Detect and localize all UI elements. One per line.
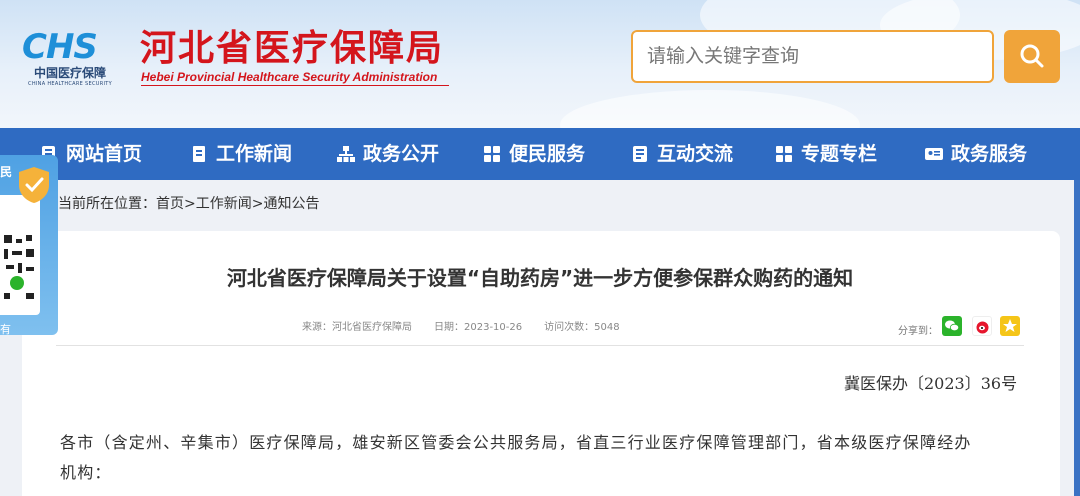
meta-views: 5048 — [594, 322, 620, 333]
qr-widget-top-label: 民 — [0, 165, 13, 179]
qr-code-icon — [4, 235, 34, 299]
breadcrumb-separator: > — [184, 196, 196, 212]
document-icon — [633, 146, 647, 162]
bookmark-icon — [193, 146, 205, 162]
nav-item-news[interactable]: 工作新闻 — [190, 128, 310, 180]
nav-item-interaction[interactable]: 互动交流 — [631, 128, 751, 180]
body-paragraph-line: 机构： — [60, 463, 112, 482]
right-edge-strip — [1074, 180, 1080, 496]
qr-widget-bottom-label: 有 — [0, 323, 11, 335]
breadcrumb-link-notices[interactable]: 通知公告 — [263, 196, 319, 212]
sitemap-icon — [337, 146, 355, 162]
grid-icon — [484, 146, 500, 162]
nav-item-home[interactable]: 网站首页 — [40, 128, 160, 180]
nav-item-gov-affairs[interactable]: 政务公开 — [337, 128, 457, 180]
breadcrumb-link-news[interactable]: 工作新闻 — [196, 196, 252, 212]
search-input[interactable]: 请输入关键字查询 — [631, 30, 994, 83]
site-title-underline — [141, 85, 449, 86]
floating-qr-widget[interactable]: 民 有 — [0, 155, 58, 335]
nav-item-label: 工作新闻 — [216, 143, 293, 165]
document-number: 冀医保办〔2023〕36号 — [844, 374, 1018, 393]
search-icon — [1020, 44, 1044, 68]
site-title-english: Hebei Provincial Healthcare Security Adm… — [141, 70, 438, 84]
weibo-icon — [976, 321, 989, 334]
nav-item-label: 政务服务 — [951, 143, 1028, 165]
nav-item-label: 便民服务 — [509, 143, 586, 165]
chs-logo-letters: CHS — [22, 27, 98, 67]
wechat-icon — [945, 320, 960, 332]
grid-icon — [776, 146, 792, 162]
share-label: 分享到： — [898, 326, 938, 337]
nav-item-services[interactable]: 便民服务 — [483, 128, 603, 180]
header-cloud-decoration — [560, 90, 860, 128]
site-header: CHS 中国医疗保障 CHINA HEALTHCARE SECURITY 河北省… — [0, 0, 1080, 128]
nav-item-label: 专题专栏 — [801, 143, 878, 165]
shield-icon — [19, 167, 49, 203]
nav-item-label: 网站首页 — [66, 143, 143, 165]
article-body: 各市（含定州、辛集市）医疗保障局，雄安新区管委会公共服务局，省直三行业医疗保障管… — [60, 428, 1028, 488]
meta-date: 2023-10-26 — [464, 322, 523, 333]
id-card-icon — [925, 148, 943, 160]
site-title[interactable]: 河北省医疗保障局 — [140, 26, 444, 70]
meta-source: 河北省医疗保障局 — [332, 322, 412, 333]
qr-code[interactable] — [0, 195, 40, 315]
weibo-share-button[interactable] — [972, 316, 992, 336]
chs-logo[interactable]: CHS 中国医疗保障 CHINA HEALTHCARE SECURITY — [22, 28, 118, 88]
breadcrumb-prefix: 当前所在位置： — [58, 196, 156, 212]
search-button[interactable] — [1004, 30, 1060, 83]
article-title: 河北省医疗保障局关于设置“自助药房”进一步方便参保群众购药的通知 — [226, 266, 854, 290]
breadcrumb-separator: > — [251, 196, 264, 212]
nav-item-label: 政务公开 — [363, 143, 440, 165]
qzone-icon — [1003, 319, 1017, 332]
meta-date-label: 日期： — [434, 322, 464, 333]
meta-source-label: 来源： — [302, 322, 332, 333]
breadcrumb-link-home[interactable]: 首页 — [156, 196, 184, 212]
meta-divider — [56, 345, 1024, 346]
breadcrumb: 当前所在位置：首页>工作新闻>通知公告 — [58, 193, 319, 213]
nav-item-topics[interactable]: 专题专栏 — [775, 128, 895, 180]
wechat-share-button[interactable] — [942, 316, 962, 336]
nav-item-label: 互动交流 — [657, 143, 734, 165]
main-navigation: 网站首页 工作新闻 政务公开 便民服务 互动交流 专题专栏 政务服务 — [0, 128, 1080, 180]
nav-item-gov-services[interactable]: 政务服务 — [925, 128, 1045, 180]
meta-views-label: 访问次数： — [544, 322, 595, 333]
chs-logo-cn: 中国医疗保障 — [33, 66, 106, 80]
body-paragraph-line: 各市（含定州、辛集市）医疗保障局，雄安新区管委会公共服务局，省直三行业医疗保障管… — [60, 433, 972, 452]
article-meta: 来源：河北省医疗保障局 日期：2023-10-26 访问次数：5048 — [302, 318, 620, 333]
qzone-share-button[interactable] — [1000, 316, 1020, 336]
chs-logo-en: CHINA HEALTHCARE SECURITY — [28, 81, 112, 87]
